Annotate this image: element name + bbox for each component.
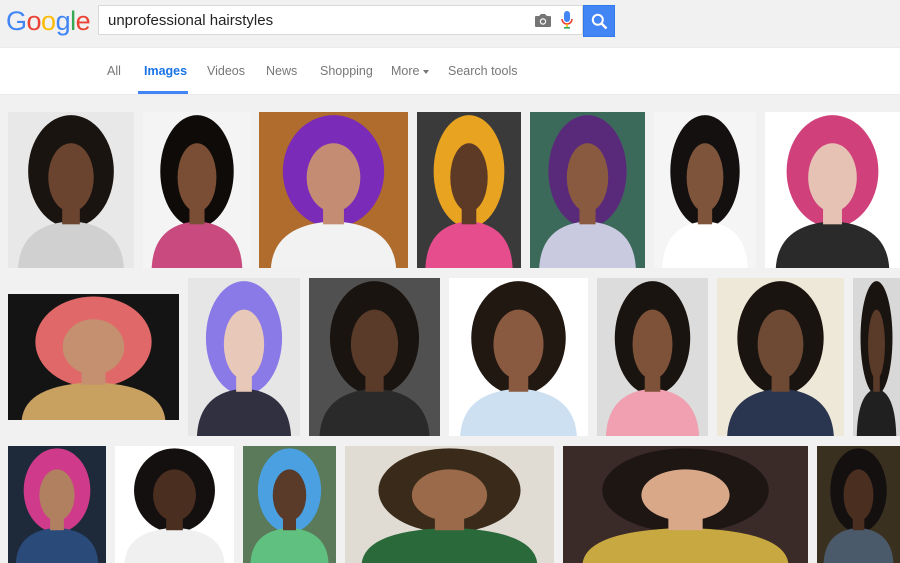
photo-face (493, 309, 544, 380)
image-result[interactable] (8, 294, 179, 420)
image-thumbnail (597, 278, 708, 436)
image-result[interactable] (8, 112, 134, 268)
google-logo[interactable]: Google (6, 6, 91, 37)
photo-face (39, 469, 75, 521)
image-result[interactable] (309, 278, 440, 436)
search-box[interactable] (98, 5, 583, 36)
image-result[interactable] (8, 446, 106, 563)
tab-all[interactable]: All (107, 64, 121, 78)
photo-face (868, 309, 885, 380)
image-thumbnail (243, 446, 336, 563)
image-thumbnail (345, 446, 554, 563)
image-thumbnail (8, 294, 179, 420)
image-thumbnail (530, 112, 645, 268)
chevron-down-icon (423, 69, 430, 74)
image-thumbnail (143, 112, 251, 268)
image-result[interactable] (717, 278, 844, 436)
image-thumbnail (309, 278, 440, 436)
tab-search-tools[interactable]: Search tools (448, 64, 517, 78)
photo-face (450, 143, 488, 212)
tab-more[interactable]: More (391, 64, 430, 78)
logo-letter: o (26, 6, 42, 36)
image-thumbnail (853, 278, 900, 436)
image-thumbnail (188, 278, 300, 436)
image-result[interactable] (853, 278, 900, 436)
image-result[interactable] (115, 446, 234, 563)
photo-face (411, 469, 488, 521)
image-thumbnail (563, 446, 808, 563)
photo-face (350, 309, 399, 380)
tab-shopping[interactable]: Shopping (320, 64, 373, 78)
camera-icon[interactable] (534, 12, 552, 28)
photo-face (62, 319, 125, 375)
search-icon (591, 13, 608, 30)
photo-face (566, 143, 609, 212)
tab-videos[interactable]: Videos (207, 64, 245, 78)
photo-face (843, 469, 874, 521)
photo-face (48, 143, 94, 212)
image-thumbnail (8, 112, 134, 268)
photo-face (272, 469, 307, 521)
photo-face (686, 143, 724, 212)
search-button[interactable] (583, 5, 615, 37)
image-result[interactable] (530, 112, 645, 268)
image-result[interactable] (259, 112, 408, 268)
logo-letter: o (41, 6, 56, 36)
tab-images[interactable]: Images (144, 64, 187, 78)
image-result[interactable] (345, 446, 554, 563)
image-thumbnail (654, 112, 756, 268)
image-result[interactable] (243, 446, 336, 563)
logo-letter: G (6, 6, 27, 36)
image-thumbnail (449, 278, 588, 436)
tab-news[interactable]: News (266, 64, 297, 78)
image-thumbnail (717, 278, 844, 436)
image-result[interactable] (188, 278, 300, 436)
photo-face (757, 309, 804, 380)
image-result[interactable] (143, 112, 251, 268)
search-input[interactable] (106, 6, 530, 36)
mic-icon[interactable] (561, 10, 573, 30)
photo-face (632, 309, 673, 380)
photo-face (641, 469, 730, 521)
photo-face (223, 309, 265, 380)
logo-letter: g (55, 6, 71, 36)
image-result[interactable] (563, 446, 808, 563)
image-thumbnail (259, 112, 408, 268)
image-thumbnail (115, 446, 234, 563)
tab-more-label: More (391, 64, 420, 78)
image-result[interactable] (449, 278, 588, 436)
image-results-grid (0, 95, 900, 563)
image-result[interactable] (765, 112, 900, 268)
image-thumbnail (765, 112, 900, 268)
photo-face (177, 143, 217, 212)
photo-face (306, 143, 361, 212)
photo-face (808, 143, 857, 212)
image-result[interactable] (654, 112, 756, 268)
image-thumbnail (417, 112, 521, 268)
top-bar: Google (0, 0, 900, 47)
image-result[interactable] (817, 446, 900, 563)
image-result[interactable] (417, 112, 521, 268)
image-thumbnail (8, 446, 106, 563)
logo-letter: e (75, 6, 91, 36)
image-thumbnail (817, 446, 900, 563)
image-result[interactable] (597, 278, 708, 436)
photo-face (153, 469, 196, 521)
search-tabs: All Images Videos News Shopping More Sea… (0, 48, 900, 94)
